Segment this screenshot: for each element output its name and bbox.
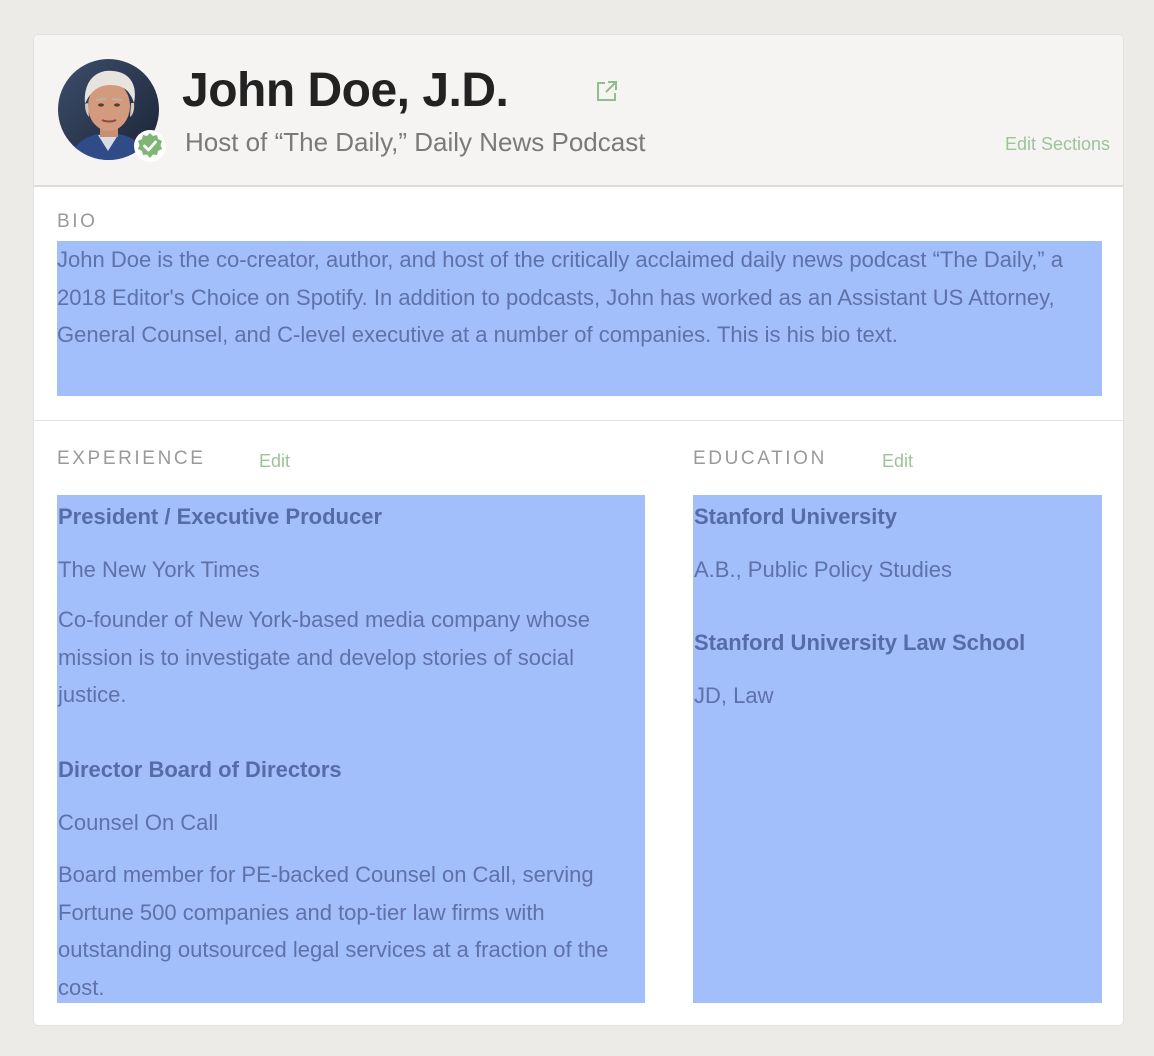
profile-card: John Doe, J.D. Host of “The Daily,” Dail… [33,34,1124,1026]
verified-badge-icon [134,130,166,162]
experience-title: Director Board of Directors [58,757,342,782]
experience-list: President / Executive Producer The New Y… [57,495,645,1003]
education-school: Stanford University [694,504,897,529]
education-list: Stanford University A.B., Public Policy … [693,495,1102,1003]
education-degree: A.B., Public Policy Studies [694,557,953,582]
section-divider [34,420,1123,421]
education-edit-link[interactable]: Edit [882,451,913,472]
bio-section-label: BIO [57,211,98,232]
experience-edit-link[interactable]: Edit [259,451,290,472]
experience-organization: Counsel On Call [58,810,219,835]
edit-sections-link[interactable]: Edit Sections [1005,134,1110,155]
education-degree: JD, Law [694,683,774,708]
education-section-label: EDUCATION [693,448,827,469]
profile-header: John Doe, J.D. Host of “The Daily,” Dail… [34,35,1123,187]
profile-headline: Host of “The Daily,” Daily News Podcast [185,127,646,157]
profile-name: John Doe, J.D. [182,64,509,117]
experience-organization: The New York Times [58,557,260,582]
experience-title: President / Executive Producer [58,504,383,529]
external-link-icon[interactable] [594,78,620,104]
experience-description: Board member for PE-backed Counsel on Ca… [58,862,609,1000]
experience-section-label: EXPERIENCE [57,448,206,469]
bio-text: John Doe is the co-creator, author, and … [57,241,1102,396]
experience-description: Co-founder of New York-based media compa… [58,607,590,707]
education-school: Stanford University Law School [694,630,1026,655]
